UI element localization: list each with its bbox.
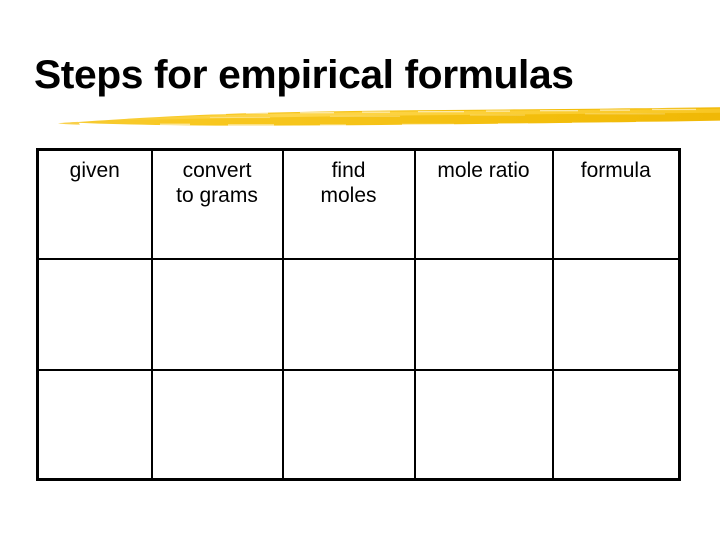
- header-label-find-moles: find moles: [320, 159, 377, 207]
- table-cell[interactable]: [150, 368, 284, 481]
- table-cell-header-formula[interactable]: formula: [551, 148, 681, 260]
- table-cell-header-convert-to-grams[interactable]: convert to grams: [150, 148, 284, 260]
- table-cell-header-mole-ratio[interactable]: mole ratio: [413, 148, 554, 260]
- table-cell[interactable]: [150, 257, 284, 371]
- header-label-convert-to-grams: convert to grams: [176, 159, 258, 207]
- header-label-formula: formula: [580, 159, 651, 182]
- table-cell[interactable]: [551, 368, 681, 481]
- steps-table-container: given convert to grams find moles mole r…: [36, 148, 681, 481]
- page-title: Steps for empirical formulas: [34, 53, 574, 97]
- table-cell[interactable]: [281, 257, 416, 371]
- table-cell[interactable]: [36, 257, 153, 371]
- table-cell-header-find-moles[interactable]: find moles: [281, 148, 416, 260]
- table-cell[interactable]: [36, 368, 153, 481]
- slide-canvas: Steps for empirical formulas given conve…: [0, 0, 720, 540]
- table-cell-header-given[interactable]: given: [36, 148, 153, 260]
- table-header-row: given convert to grams find moles mole r…: [36, 148, 681, 260]
- steps-table: given convert to grams find moles mole r…: [36, 148, 681, 481]
- header-label-mole-ratio: mole ratio: [437, 159, 530, 182]
- table-cell[interactable]: [551, 257, 681, 371]
- table-cell[interactable]: [413, 368, 554, 481]
- table-row: [36, 257, 681, 371]
- header-label-given: given: [69, 159, 120, 182]
- table-row: [36, 368, 681, 481]
- title-block: Steps for empirical formulas: [34, 52, 694, 108]
- table-cell[interactable]: [281, 368, 416, 481]
- table-cell[interactable]: [413, 257, 554, 371]
